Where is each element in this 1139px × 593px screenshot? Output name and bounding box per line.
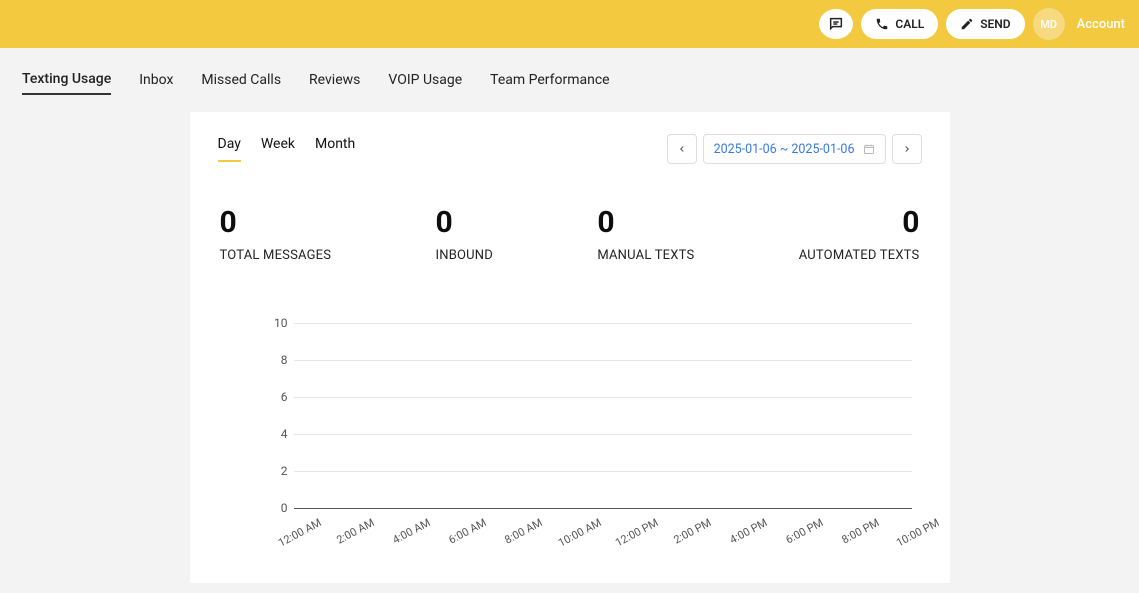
avatar[interactable]: MD (1033, 8, 1065, 40)
chart-xtick: 10:00 PM (894, 516, 941, 549)
main-tabs: Texting Usage Inbox Missed Calls Reviews VOI… (0, 48, 1139, 112)
chart-ytick: 0 (268, 501, 288, 515)
stat-manual-texts: 0 MANUAL TEXTS (597, 208, 694, 263)
chart-ytick: 6 (268, 390, 288, 404)
stat-value: 0 (220, 208, 332, 238)
chart-xtick: 6:00 AM (446, 516, 488, 547)
stat-automated-texts: 0 AUTOMATED TEXTS (799, 208, 920, 263)
send-button-label: SEND (980, 17, 1010, 31)
tab-texting-usage[interactable]: Texting Usage (22, 65, 111, 95)
chart-xtick: 2:00 AM (334, 516, 376, 547)
stat-label: TOTAL MESSAGES (220, 248, 332, 263)
account-menu[interactable]: Account (1077, 17, 1125, 32)
main-panel: Day Week Month 2025-01-06 ~ 2025-01-06 0 TO… (190, 112, 950, 583)
range-tabs: Day Week Month (218, 136, 356, 162)
chart-ytick: 10 (268, 316, 288, 330)
date-range-label: 2025-01-06 ~ 2025-01-06 (714, 142, 855, 157)
next-date-button[interactable] (892, 134, 922, 164)
chart-xtick: 12:00 AM (276, 516, 324, 549)
tab-reviews[interactable]: Reviews (309, 66, 360, 94)
stats-row: 0 TOTAL MESSAGES 0 INBOUND 0 MANUAL TEXTS 0 AUT… (218, 208, 922, 263)
prev-date-button[interactable] (667, 134, 697, 164)
date-range-button[interactable]: 2025-01-06 ~ 2025-01-06 (703, 134, 886, 164)
chevron-left-icon (677, 144, 687, 154)
chart-gridline (294, 360, 912, 361)
stat-value: 0 (436, 208, 494, 238)
chart-gridline (294, 323, 912, 324)
panel-top: Day Week Month 2025-01-06 ~ 2025-01-06 (218, 134, 922, 164)
chart-xtick: 10:00 AM (556, 516, 604, 549)
chart-ytick: 2 (268, 464, 288, 478)
chart-xticks: 12:00 AM2:00 AM4:00 AM6:00 AM8:00 AM10:0… (294, 508, 912, 548)
stat-inbound: 0 INBOUND (436, 208, 494, 263)
chart-xtick: 8:00 PM (840, 516, 882, 546)
messages-button[interactable] (819, 9, 853, 39)
range-tab-month[interactable]: Month (315, 136, 355, 162)
pencil-icon (960, 17, 974, 31)
chart-xtick: 4:00 PM (727, 516, 769, 546)
chart-gridline (294, 434, 912, 435)
chart-xtick: 8:00 AM (503, 516, 545, 547)
stat-label: INBOUND (436, 248, 494, 263)
range-tab-week[interactable]: Week (261, 136, 295, 162)
chart-ytick: 4 (268, 427, 288, 441)
chart-gridline (294, 397, 912, 398)
chart-xtick: 6:00 PM (784, 516, 826, 546)
chart-xtick: 2:00 PM (671, 516, 713, 546)
chart: 024681012:00 AM2:00 AM4:00 AM6:00 AM8:00… (218, 323, 922, 553)
tab-voip-usage[interactable]: VOIP Usage (388, 66, 462, 94)
tab-team-performance[interactable]: Team Performance (490, 66, 609, 94)
chart-gridline (294, 471, 912, 472)
stat-value: 0 (799, 208, 920, 238)
call-button[interactable]: CALL (861, 9, 938, 39)
stat-value: 0 (597, 208, 694, 238)
tab-inbox[interactable]: Inbox (139, 66, 173, 94)
calendar-icon (863, 143, 875, 155)
call-button-label: CALL (895, 17, 924, 31)
top-bar: CALL SEND MD Account (0, 0, 1139, 48)
chart-ytick: 8 (268, 353, 288, 367)
send-button[interactable]: SEND (946, 9, 1024, 39)
chart-xtick: 4:00 AM (390, 516, 432, 547)
phone-icon (875, 17, 889, 31)
tab-missed-calls[interactable]: Missed Calls (201, 66, 281, 94)
stat-total-messages: 0 TOTAL MESSAGES (220, 208, 332, 263)
date-controls: 2025-01-06 ~ 2025-01-06 (667, 134, 922, 164)
chart-plot-area: 024681012:00 AM2:00 AM4:00 AM6:00 AM8:00… (294, 323, 912, 508)
chart-xtick: 12:00 PM (613, 516, 660, 549)
chevron-right-icon (902, 144, 912, 154)
stat-label: MANUAL TEXTS (597, 248, 694, 263)
stat-label: AUTOMATED TEXTS (799, 248, 920, 263)
range-tab-day[interactable]: Day (218, 136, 241, 162)
chat-icon (828, 16, 844, 32)
